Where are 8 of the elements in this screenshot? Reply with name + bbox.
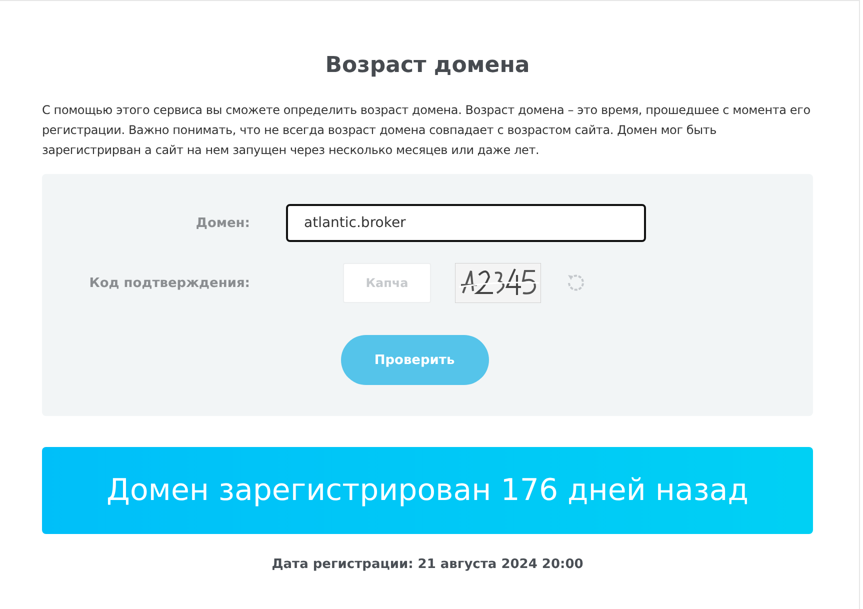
result-headline: Домен зарегистрирован 176 дней назад — [106, 473, 748, 508]
domain-label: Домен: — [194, 216, 250, 230]
registration-date: Дата регистрации: 21 августа 2024 20:00 — [270, 557, 584, 572]
page-title: Возраст домена — [324, 53, 531, 78]
description-text: С помощью этого сервиса вы сможете определить возраст домена. Возраст домена – это время, прошедшее с момента его регистрации. Важно понимать, что не всегда возраст домена совпадает с возрастом сайта. Домен мог быть зарегистрирван а сайт на нем запущен через несколько месяцев или даже лет. — [42, 102, 812, 159]
captcha-label: Код подтверждения: — [88, 276, 250, 290]
domain-input[interactable]: atlantic.broker — [286, 204, 646, 242]
captcha-input[interactable]: Капча — [343, 263, 431, 303]
